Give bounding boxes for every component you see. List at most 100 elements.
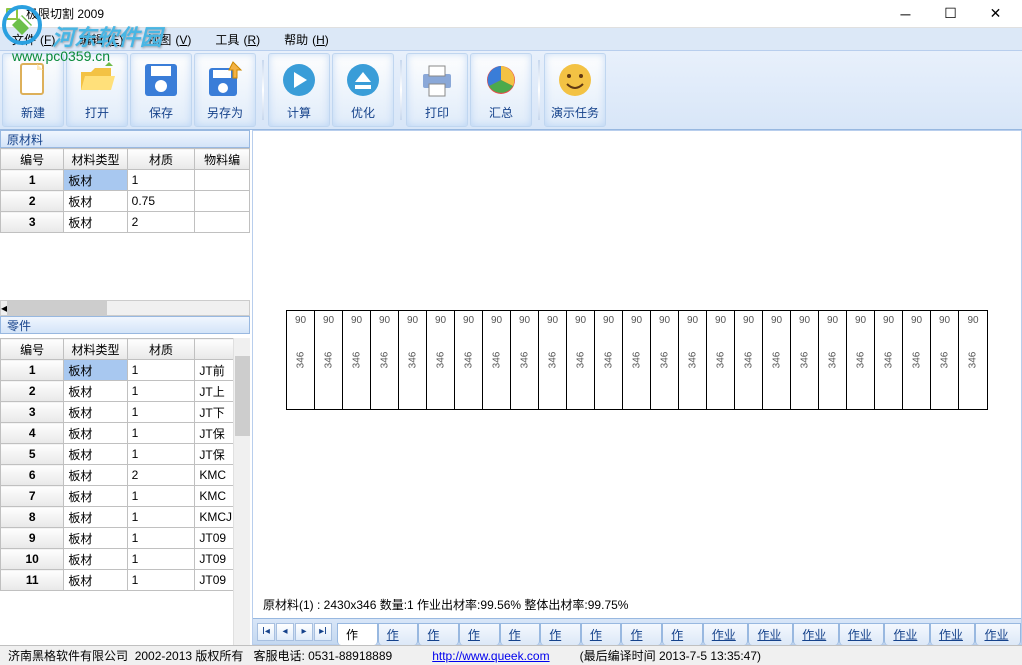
cut-piece: 90346 [539, 311, 567, 409]
cut-piece: 90346 [371, 311, 399, 409]
job-tab[interactable]: 作业1 [337, 623, 378, 645]
table-row[interactable]: 3 板材 2 [1, 212, 250, 233]
col-header[interactable]: 编号 [1, 149, 64, 170]
tab-first-button[interactable]: I◂ [257, 623, 275, 641]
tab-next-button[interactable]: ▸ [295, 623, 313, 641]
cut-piece: 90346 [623, 311, 651, 409]
menu-tools[interactable]: 工具(R) [207, 29, 264, 50]
status-company: 济南黑格软件有限公司 [8, 647, 128, 664]
menu-edit[interactable]: 编辑(E) [71, 29, 127, 50]
status-compile: 2013-7-5 13:35:47) [659, 649, 761, 663]
cut-piece: 90346 [511, 311, 539, 409]
new-button[interactable]: 新建 [2, 53, 64, 127]
status-url[interactable]: http://www.queek.com [432, 649, 549, 663]
table-row[interactable]: 11板材1JT09 [1, 570, 250, 591]
cut-piece: 90346 [483, 311, 511, 409]
job-tab[interactable]: 作业3 [418, 623, 459, 645]
layout-info: 原材料(1) : 2430x346 数量:1 作业出材率:99.56% 整体出材… [263, 596, 1011, 614]
save-icon [141, 60, 181, 100]
play-icon [279, 60, 319, 100]
close-button[interactable]: ✕ [973, 0, 1018, 28]
col-header[interactable]: 材质 [127, 149, 195, 170]
summary-button[interactable]: 汇总 [470, 53, 532, 127]
cut-piece: 90346 [427, 311, 455, 409]
maximize-button[interactable]: ☐ [928, 0, 973, 28]
menu-file[interactable]: 文件(F) [4, 29, 59, 50]
open-button[interactable]: 打开 [66, 53, 128, 127]
job-tab[interactable]: 作业16 [975, 623, 1021, 645]
table-row[interactable]: 2 板材 0.75 [1, 191, 250, 212]
table-row[interactable]: 10板材1JT09 [1, 549, 250, 570]
tab-prev-button[interactable]: ◂ [276, 623, 294, 641]
col-header[interactable]: 编号 [1, 339, 64, 360]
table-row[interactable]: 3板材1JT下 [1, 402, 250, 423]
printer-icon [417, 60, 457, 100]
col-header[interactable]: 材料类型 [64, 339, 127, 360]
new-icon [13, 60, 53, 100]
cut-piece: 90346 [567, 311, 595, 409]
job-tab[interactable]: 作业12 [793, 623, 839, 645]
cut-piece: 90346 [819, 311, 847, 409]
job-tab[interactable]: 作业14 [884, 623, 930, 645]
job-tab[interactable]: 作业2 [378, 623, 419, 645]
cut-piece: 90346 [931, 311, 959, 409]
table-row[interactable]: 2板材1JT上 [1, 381, 250, 402]
job-tab[interactable]: 作业11 [748, 623, 793, 645]
parts-vscrollbar[interactable] [233, 338, 250, 645]
table-row[interactable]: 1板材1JT前 [1, 360, 250, 381]
cut-piece: 90346 [315, 311, 343, 409]
raw-hscrollbar[interactable]: ◂ [0, 300, 250, 316]
cut-piece: 90346 [735, 311, 763, 409]
job-tab[interactable]: 作业10 [703, 623, 749, 645]
col-header[interactable]: 材料类型 [64, 149, 127, 170]
col-header[interactable]: 材质 [127, 339, 195, 360]
chart-icon [481, 60, 521, 100]
cut-piece: 90346 [595, 311, 623, 409]
cut-piece: 90346 [679, 311, 707, 409]
print-button[interactable]: 打印 [406, 53, 468, 127]
tab-last-button[interactable]: ▸I [314, 623, 332, 641]
col-header[interactable]: 物料编 [195, 149, 250, 170]
app-icon [4, 6, 20, 22]
optimize-button[interactable]: 优化 [332, 53, 394, 127]
menu-help[interactable]: 帮助(H) [276, 29, 333, 50]
cut-piece: 90346 [707, 311, 735, 409]
table-row[interactable]: 7板材1KMC [1, 486, 250, 507]
job-tab[interactable]: 作业6 [540, 623, 581, 645]
cut-piece: 90346 [763, 311, 791, 409]
open-icon [77, 60, 117, 100]
status-compile-label: (最后编译时间 [580, 647, 656, 664]
raw-table-container: 编号 材料类型 材质 物料编 1 板材 1 2 板材 0.75 3 板材 2 [0, 148, 250, 300]
menu-view[interactable]: 视图(V) [139, 29, 195, 50]
cut-piece: 90346 [903, 311, 931, 409]
parts-table[interactable]: 编号 材料类型 材质 1板材1JT前2板材1JT上3板材1JT下4板材1JT保5… [0, 338, 250, 591]
saveas-icon [205, 60, 245, 100]
table-row[interactable]: 4板材1JT保 [1, 423, 250, 444]
menubar: 文件(F) 编辑(E) 视图(V) 工具(R) 帮助(H) [0, 28, 1022, 50]
cut-canvas[interactable]: 9034690346903469034690346903469034690346… [253, 131, 1021, 588]
job-tab[interactable]: 作业4 [459, 623, 500, 645]
demo-button[interactable]: 演示任务 [544, 53, 606, 127]
table-row[interactable]: 5板材1JT保 [1, 444, 250, 465]
raw-table[interactable]: 编号 材料类型 材质 物料编 1 板材 1 2 板材 0.75 3 板材 2 [0, 148, 250, 233]
window-title: 极限切割 2009 [26, 5, 883, 22]
job-tab[interactable]: 作业13 [839, 623, 885, 645]
status-copyright: 2002-2013 版权所有 [135, 647, 244, 664]
save-button[interactable]: 保存 [130, 53, 192, 127]
job-tab[interactable]: 作业8 [621, 623, 662, 645]
left-panel: 原材料 编号 材料类型 材质 物料编 1 板材 1 2 板材 0.75 3 [0, 130, 250, 645]
table-row[interactable]: 9板材1JT09 [1, 528, 250, 549]
job-tab[interactable]: 作业7 [581, 623, 622, 645]
job-tab[interactable]: 作业5 [500, 623, 541, 645]
cut-layout: 9034690346903469034690346903469034690346… [286, 310, 988, 410]
job-tab[interactable]: 作业9 [662, 623, 703, 645]
table-row[interactable]: 1 板材 1 [1, 170, 250, 191]
job-tab[interactable]: 作业15 [930, 623, 976, 645]
saveas-button[interactable]: 另存为 [194, 53, 256, 127]
table-row[interactable]: 8板材1KMCJ [1, 507, 250, 528]
toolbar-separator [538, 60, 540, 120]
statusbar: 济南黑格软件有限公司 2002-2013 版权所有 客服电话: 0531-889… [0, 645, 1022, 665]
calc-button[interactable]: 计算 [268, 53, 330, 127]
minimize-button[interactable]: ─ [883, 0, 928, 28]
table-row[interactable]: 6板材2KMC [1, 465, 250, 486]
